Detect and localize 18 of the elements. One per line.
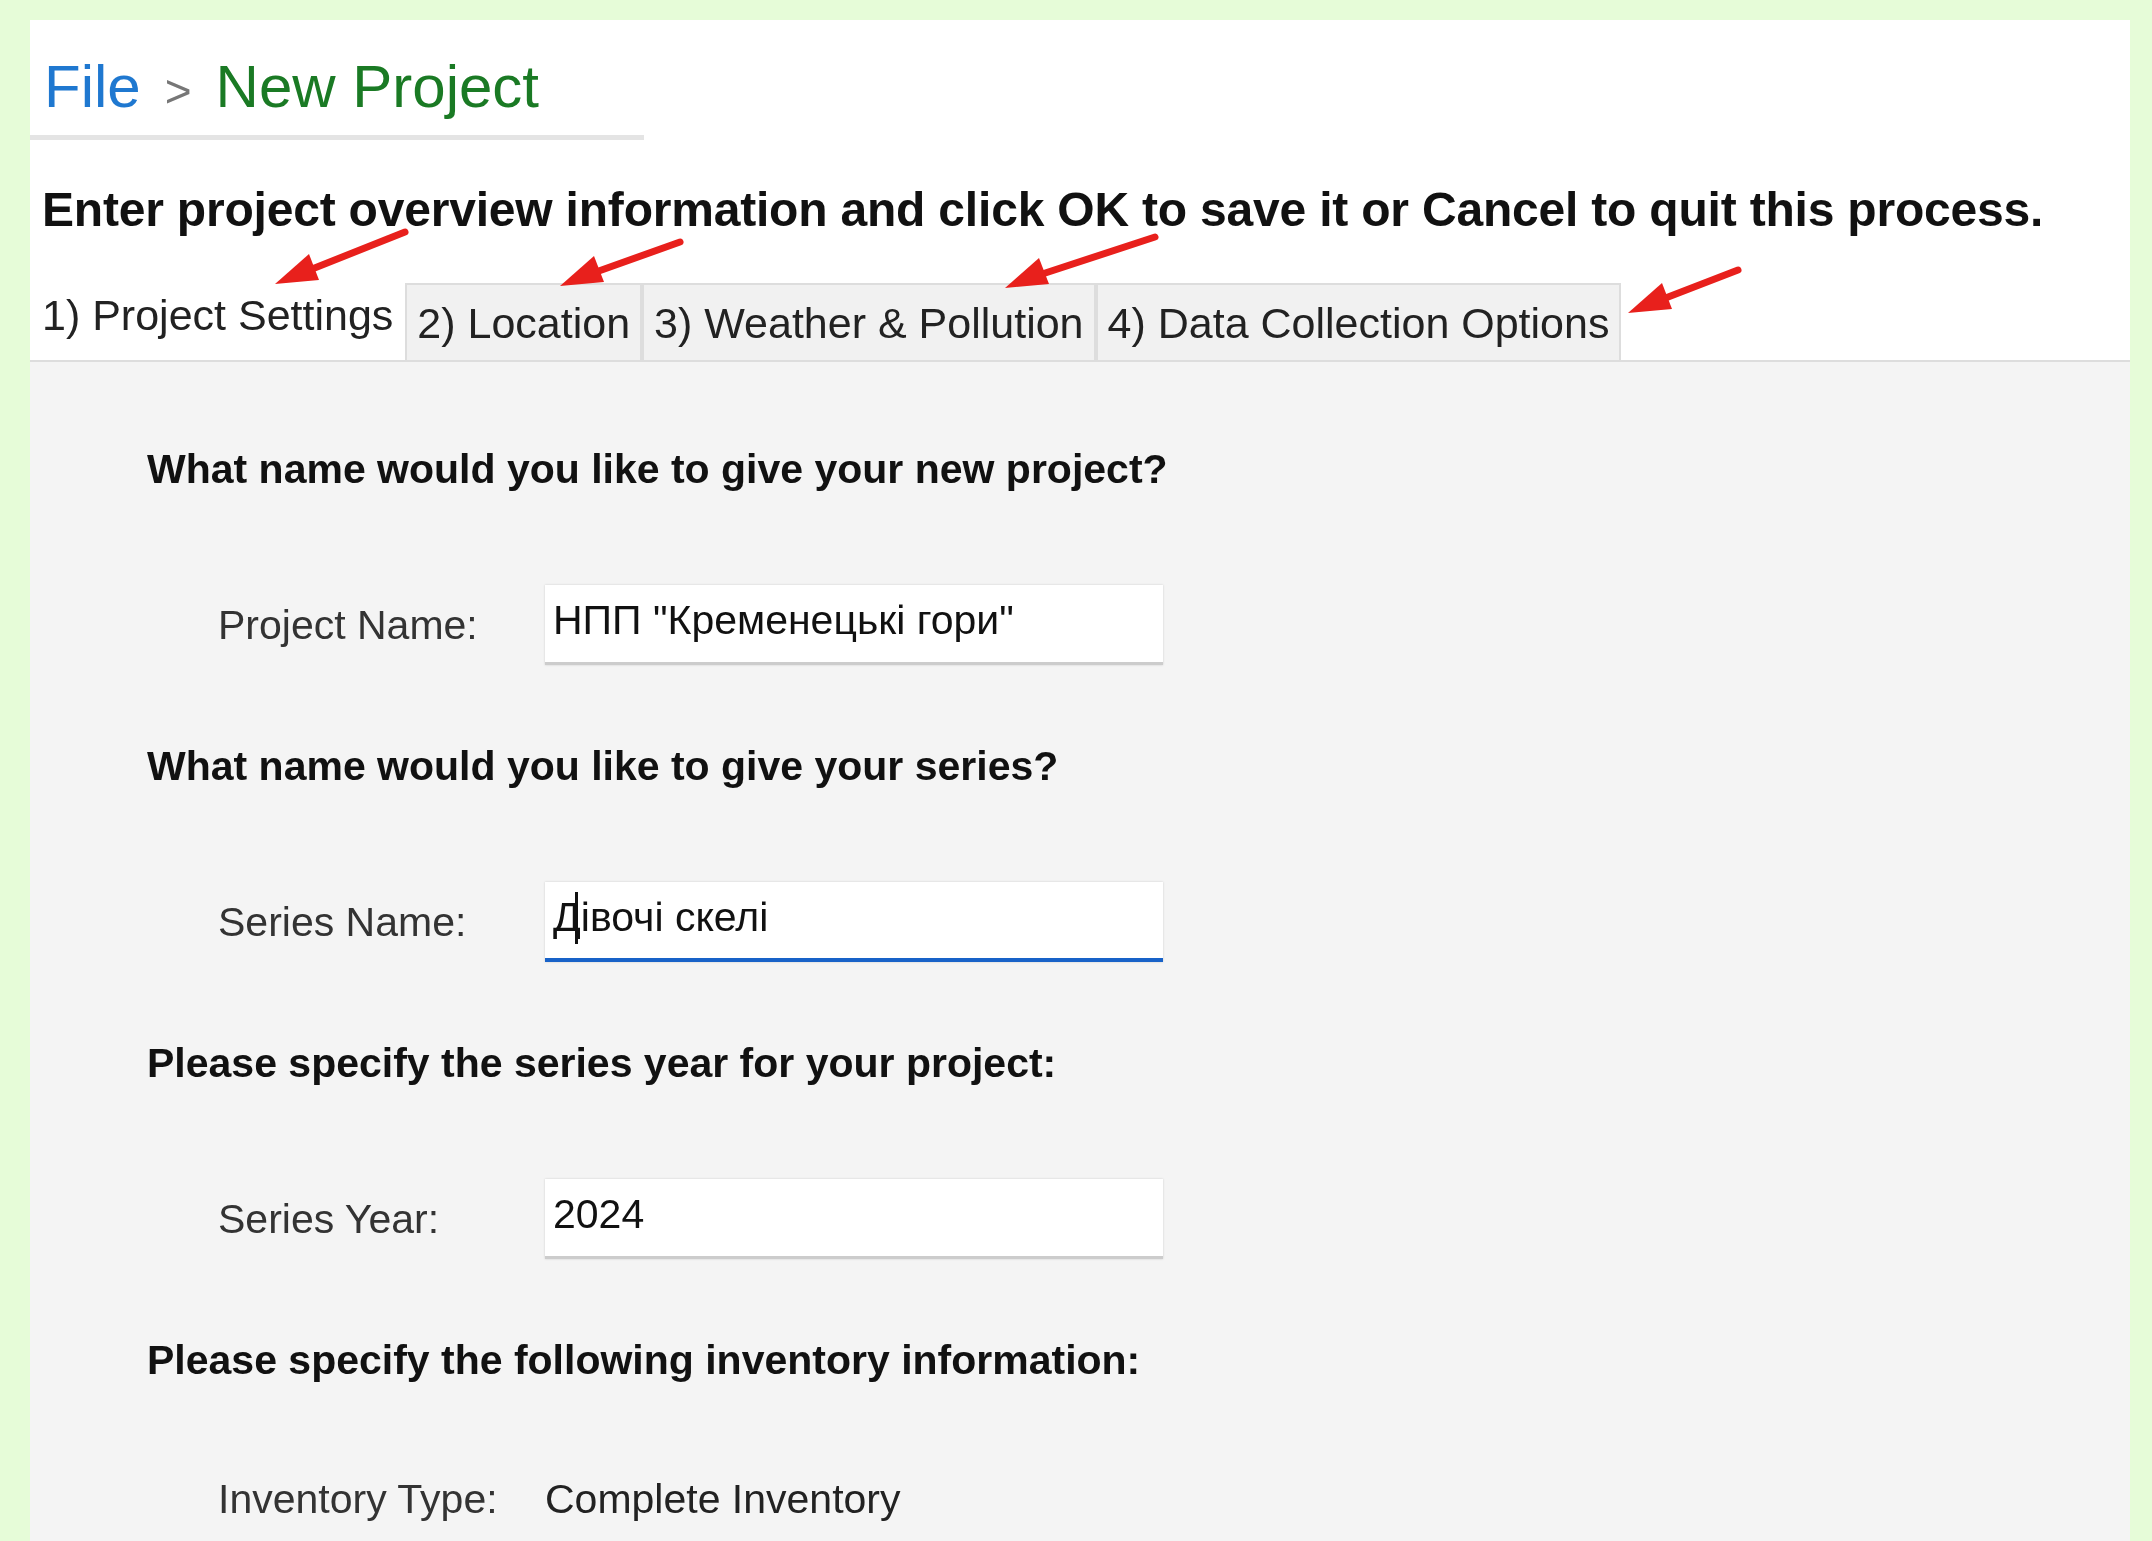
question-text: Please specify the series year for your project: bbox=[147, 1040, 1058, 1087]
input-field[interactable]: 2024 bbox=[545, 1179, 1163, 1259]
tab[interactable]: 3) Weather & Pollution bbox=[642, 283, 1096, 360]
input-field[interactable]: НПП "Кременецькі гори" bbox=[545, 585, 1163, 665]
question-text: What name would you like to give your series? bbox=[147, 743, 1060, 790]
question-text: What name would you like to give your new project? bbox=[147, 446, 1169, 493]
page-title: New Project bbox=[215, 52, 539, 121]
field-label: Inventory Type: bbox=[218, 1476, 499, 1523]
breadcrumb-link[interactable]: File bbox=[44, 52, 141, 121]
question-text: Please specify the following inventory information: bbox=[147, 1337, 1142, 1384]
tab[interactable]: 2) Location bbox=[405, 283, 643, 360]
field-label: Series Name: bbox=[218, 898, 468, 946]
instruction-text: Enter project overview information and click OK to save it or Cancel to quit this process. bbox=[42, 182, 2045, 237]
tab[interactable]: 4) Data Collection Options bbox=[1095, 283, 1622, 360]
breadcrumb-separator: > bbox=[164, 64, 192, 118]
field-value: Complete Inventory bbox=[545, 1476, 901, 1523]
field-label: Series Year: bbox=[218, 1195, 441, 1243]
field-label: Project Name: bbox=[218, 601, 479, 649]
